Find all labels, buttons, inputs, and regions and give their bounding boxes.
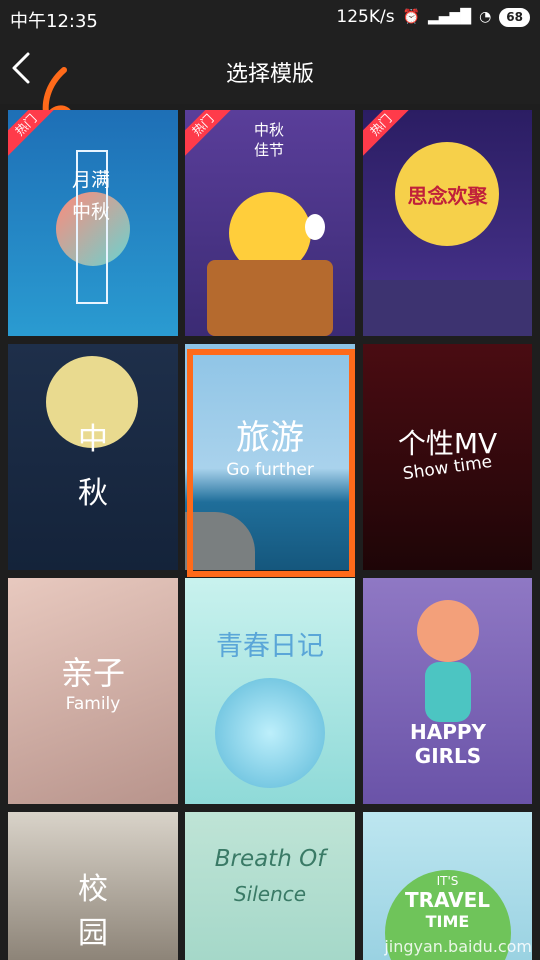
wifi-icon: ◔	[479, 9, 492, 25]
watermark-text: jingyan.baidu.com	[384, 937, 532, 956]
selection-highlight	[187, 349, 355, 577]
template-line2: Silence	[233, 882, 307, 906]
battery-badge: 68	[499, 7, 530, 27]
town-silhouette	[363, 280, 532, 336]
template-card-youth-diary[interactable]: 青春日记	[185, 578, 355, 804]
network-speed: 125K/s	[336, 7, 395, 27]
template-card-happy-girls[interactable]: HAPPY GIRLS	[363, 578, 532, 804]
template-card-campus[interactable]: 校园	[8, 812, 178, 960]
girl-dress	[425, 662, 471, 722]
feast-table	[207, 260, 333, 336]
template-card-personality-mv[interactable]: 个性MV Show time	[363, 344, 532, 570]
fishbowl-graphic	[215, 678, 325, 788]
page-title: 选择模版	[225, 62, 314, 87]
hot-badge: 热门	[185, 110, 238, 160]
template-title: 青春日记	[216, 631, 324, 662]
hot-badge: 热门	[8, 110, 61, 160]
template-card-breath-of-silence[interactable]: Breath Of Silence	[185, 812, 355, 960]
template-title: 校园	[78, 872, 108, 951]
template-text: 中秋佳节	[253, 121, 284, 159]
rabbit-graphic	[305, 214, 325, 240]
template-card-mid-autumn-moon[interactable]: 月满中秋 热门	[8, 110, 178, 336]
template-text: 思念欢聚	[407, 184, 488, 208]
template-card-zhongqiu[interactable]: 中 秋	[8, 344, 178, 570]
template-title: 亲子	[60, 654, 125, 692]
template-line2: TRAVEL	[404, 888, 491, 912]
template-text: 月满中秋	[71, 169, 110, 223]
template-subtitle: Family	[65, 694, 121, 714]
girl-illustration	[417, 600, 479, 662]
template-card-mid-autumn-festival[interactable]: 中秋佳节 热门	[185, 110, 355, 336]
signal-icon: ▂▄▆█	[428, 9, 472, 25]
template-title: HAPPY GIRLS	[409, 720, 486, 768]
template-text-line1: 中	[78, 422, 108, 457]
template-text-line2: 秋	[78, 476, 108, 511]
status-bar: 中午12:35 125K/s ⏰ ▂▄▆█ ◔ 68	[0, 0, 540, 36]
template-line1: Breath Of	[214, 846, 326, 872]
template-line3: TIME	[425, 912, 470, 931]
template-card-family[interactable]: 亲子 Family	[8, 578, 178, 804]
hot-badge: 热门	[363, 110, 416, 160]
template-line1: IT'S	[436, 874, 459, 888]
status-time: 中午12:35	[10, 11, 98, 32]
alarm-icon: ⏰	[402, 9, 420, 25]
status-right: 125K/s ⏰ ▂▄▆█ ◔ 68	[336, 7, 530, 27]
template-card-missing-reunion[interactable]: 思念欢聚 热门	[363, 110, 532, 336]
app-bar: 选择模版	[0, 36, 540, 133]
